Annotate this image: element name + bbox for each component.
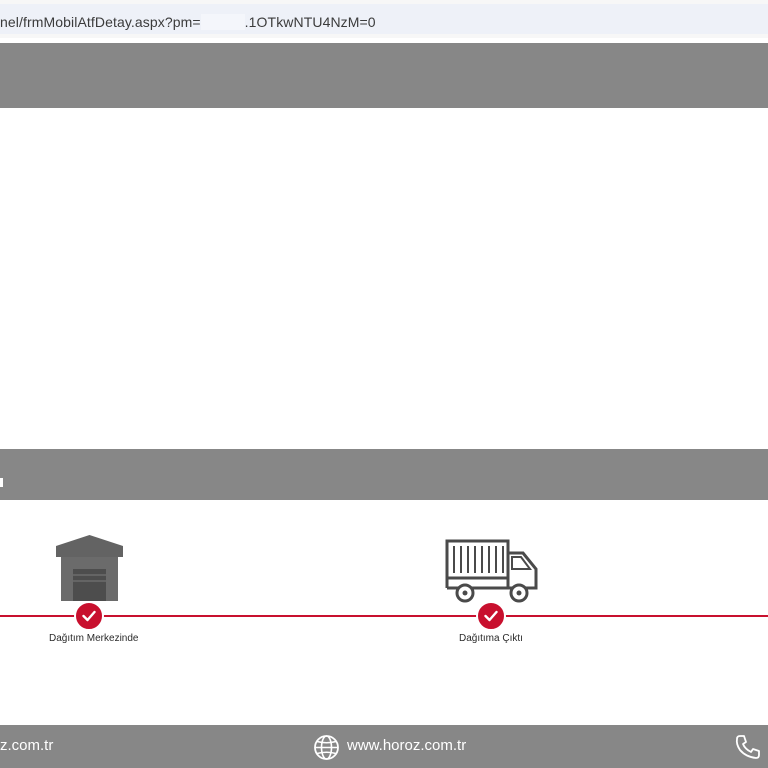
footer-bar: z.com.tr www.horoz.com.tr bbox=[0, 725, 768, 768]
step-check-badge bbox=[74, 601, 104, 631]
url-suffix: .1OTkwNTU4NzM=0 bbox=[244, 14, 376, 30]
step-label: Dağıtım Merkezinde bbox=[49, 633, 139, 644]
step-label: Dağıtıma Çıktı bbox=[459, 633, 523, 644]
phone-icon[interactable] bbox=[734, 733, 762, 761]
checkmark-icon bbox=[82, 610, 96, 622]
url-field[interactable]: nel/frmMobilAtfDetay.aspx?pm= .1OTkwNTU4N… bbox=[0, 4, 768, 34]
checkmark-icon bbox=[484, 610, 498, 622]
url-redaction bbox=[200, 14, 245, 30]
header-band bbox=[0, 43, 768, 108]
step-check-badge bbox=[476, 601, 506, 631]
footer-left-link[interactable]: z.com.tr bbox=[0, 737, 53, 754]
timeline-line bbox=[0, 615, 768, 617]
website-link[interactable]: www.horoz.com.tr bbox=[347, 737, 466, 754]
warehouse-icon bbox=[56, 535, 123, 601]
section-header-edge-mark bbox=[0, 478, 3, 487]
globe-icon bbox=[314, 735, 339, 760]
url-prefix: nel/frmMobilAtfDetay.aspx?pm= bbox=[0, 14, 201, 30]
browser-address-bar[interactable]: nel/frmMobilAtfDetay.aspx?pm= .1OTkwNTU4N… bbox=[0, 0, 768, 38]
url-text: nel/frmMobilAtfDetay.aspx?pm= .1OTkwNTU4N… bbox=[0, 14, 376, 30]
content-area bbox=[0, 108, 768, 449]
delivery-truck-icon bbox=[445, 539, 538, 603]
section-header-band bbox=[0, 449, 768, 500]
